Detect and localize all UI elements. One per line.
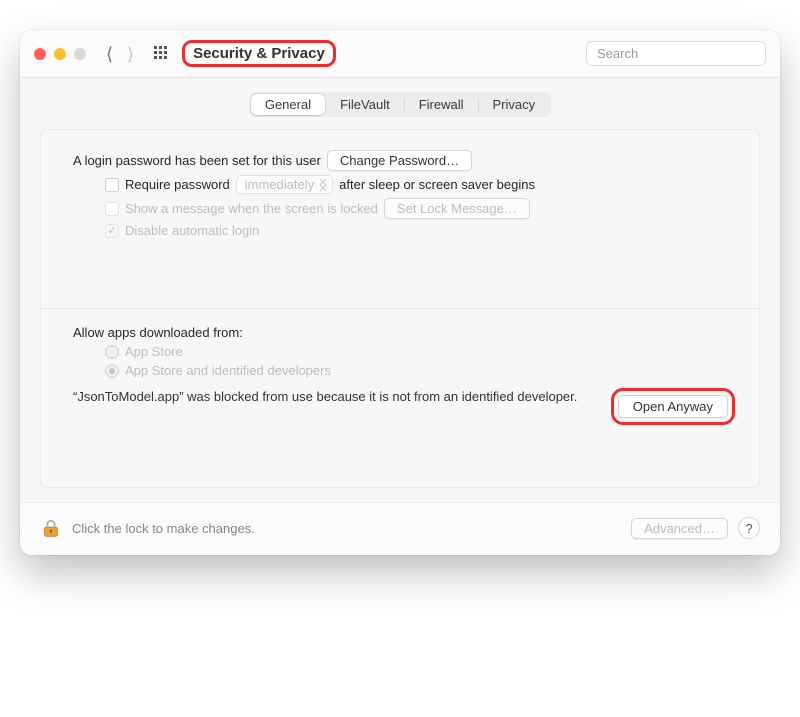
lock-text: Click the lock to make changes.: [72, 521, 621, 536]
show-message-label: Show a message when the screen is locked: [125, 201, 378, 216]
password-set-label: A login password has been set for this u…: [73, 153, 321, 168]
tab-filevault[interactable]: FileVault: [326, 94, 404, 115]
content-area: General FileVault Firewall Privacy A log…: [20, 78, 780, 502]
require-password-after-label: after sleep or screen saver begins: [339, 177, 535, 192]
allow-identified-radio: [105, 364, 119, 378]
window-controls: [34, 48, 86, 60]
search-input[interactable]: [595, 45, 775, 62]
allow-identified-label: App Store and identified developers: [125, 363, 331, 378]
open-anyway-highlight-annotation: Open Anyway: [611, 388, 735, 425]
tab-row: General FileVault Firewall Privacy: [249, 92, 551, 117]
allow-apps-heading: Allow apps downloaded from:: [73, 325, 243, 340]
disable-auto-login-label: Disable automatic login: [125, 223, 259, 238]
window-title: Security & Privacy: [193, 45, 325, 62]
general-pane: A login password has been set for this u…: [40, 129, 760, 488]
blocked-app-message: “JsonToModel.app” was blocked from use b…: [73, 388, 595, 406]
nav-arrows: ⟨ ⟩: [106, 45, 134, 63]
require-password-label: Require password: [125, 177, 230, 192]
disable-auto-login-checkbox: [105, 224, 119, 238]
minimize-window-icon[interactable]: [54, 48, 66, 60]
titlebar: ⟨ ⟩ Security & Privacy: [20, 30, 780, 78]
set-lock-message-button: Set Lock Message…: [384, 198, 530, 219]
help-button[interactable]: ?: [738, 517, 760, 539]
lock-icon[interactable]: [40, 517, 62, 539]
back-icon[interactable]: ⟨: [106, 45, 113, 63]
forward-icon[interactable]: ⟩: [127, 45, 134, 63]
require-password-checkbox[interactable]: [105, 178, 119, 192]
close-window-icon[interactable]: [34, 48, 46, 60]
title-highlight-annotation: Security & Privacy: [182, 40, 336, 67]
show-all-icon[interactable]: [154, 46, 170, 62]
footer: Click the lock to make changes. Advanced…: [20, 502, 780, 555]
advanced-button[interactable]: Advanced…: [631, 518, 728, 539]
tab-general[interactable]: General: [251, 94, 325, 115]
open-anyway-button[interactable]: Open Anyway: [618, 395, 728, 418]
allow-appstore-label: App Store: [125, 344, 183, 359]
allow-appstore-radio: [105, 345, 119, 359]
require-password-delay-select[interactable]: immediately: [236, 175, 333, 194]
section-divider: [41, 308, 759, 309]
change-password-button[interactable]: Change Password…: [327, 150, 472, 171]
tab-firewall[interactable]: Firewall: [405, 94, 478, 115]
show-message-checkbox: [105, 202, 119, 216]
preferences-window: ⟨ ⟩ Security & Privacy General FileVault: [20, 30, 780, 555]
zoom-window-icon: [74, 48, 86, 60]
search-field[interactable]: [586, 41, 766, 66]
tab-privacy[interactable]: Privacy: [479, 94, 550, 115]
